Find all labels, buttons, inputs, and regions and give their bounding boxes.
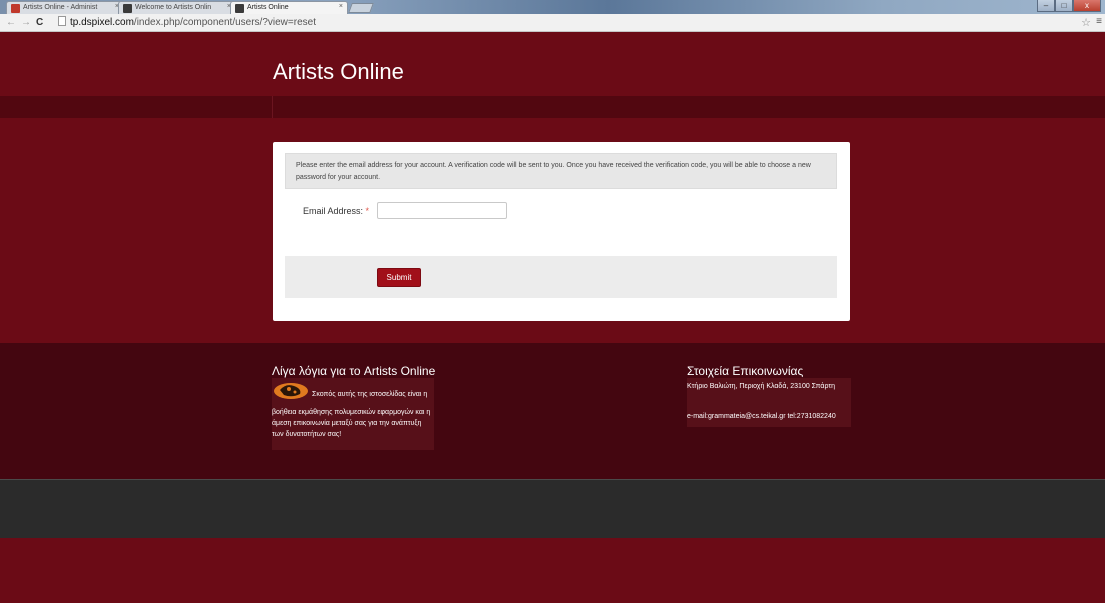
reset-notice: Please enter the email address for your … — [285, 153, 837, 189]
back-button[interactable]: ← — [6, 17, 16, 28]
new-tab-button[interactable] — [348, 3, 374, 13]
site-favicon-icon — [235, 4, 244, 13]
site-header — [0, 46, 1105, 96]
tab-label: Welcome to Artists Onlin — [135, 4, 212, 11]
site-favicon-icon — [123, 4, 132, 13]
url-host: tp.dspixel.com — [70, 17, 134, 28]
browser-menu-icon[interactable]: ≡ — [1096, 16, 1102, 27]
footer-bottom — [0, 538, 1105, 603]
browser-tab-active[interactable]: Artists Online × — [230, 1, 348, 14]
reset-form-panel: Please enter the email address for your … — [273, 142, 850, 321]
email-label: Email Address: * — [303, 206, 369, 216]
browser-tab-welcome[interactable]: Welcome to Artists Onlin × — [118, 1, 236, 14]
browser-tab-admin[interactable]: Artists Online - Administ × — [6, 1, 124, 14]
footer-dark-band — [0, 479, 1105, 538]
site-title[interactable]: Artists Online — [273, 59, 404, 85]
form-actions — [285, 256, 837, 298]
close-tab-icon[interactable]: × — [339, 3, 343, 10]
url-field[interactable]: tp.dspixel.com/index.php/component/users… — [58, 16, 1078, 30]
bookmark-star-icon[interactable]: ☆ — [1081, 16, 1091, 29]
browser-tab-bar: Artists Online - Administ × Welcome to A… — [0, 0, 1105, 14]
artists-logo-icon — [274, 383, 308, 399]
contact-box: Κτήριο Βαλιώτη, Περιοχή Κλαδά, 23100 Σπά… — [687, 378, 851, 427]
required-marker: * — [365, 206, 370, 216]
nav-divider — [272, 96, 273, 118]
about-first-line: Σκοπός αυτής της ιστοσελίδας είναι η — [312, 391, 428, 398]
about-title: Λίγα λόγια για το Artists Online — [272, 364, 436, 378]
address-bar: ← → C tp.dspixel.com/index.php/component… — [0, 14, 1105, 32]
window-controls: – □ x — [1037, 0, 1101, 13]
about-box: Σκοπός αυτής της ιστοσελίδας είναι η βοή… — [272, 378, 434, 450]
contact-title: Στοιχεία Επικοινωνίας — [687, 364, 804, 378]
nav-strip — [0, 96, 1105, 118]
footer-top — [0, 343, 1105, 479]
tab-label: Artists Online - Administ — [23, 4, 98, 11]
joomla-favicon-icon — [11, 4, 20, 13]
submit-button[interactable]: Submit — [377, 268, 421, 287]
reload-button[interactable]: C — [36, 17, 43, 28]
email-input[interactable] — [377, 202, 507, 219]
minimize-button[interactable]: – — [1037, 0, 1055, 12]
contact-address: Κτήριο Βαλιώτη, Περιοχή Κλαδά, 23100 Σπά… — [687, 383, 835, 390]
url-path: /index.php/component/users/?view=reset — [133, 17, 316, 28]
tab-label: Artists Online — [247, 4, 289, 11]
maximize-button[interactable]: □ — [1055, 0, 1073, 12]
close-window-button[interactable]: x — [1073, 0, 1101, 12]
contact-email-phone[interactable]: e-mail:grammateia@cs.teikal.gr tel:27310… — [687, 413, 836, 420]
about-body: βοήθεια εκμάθησης πολυμεσικών εφαρμογών … — [272, 409, 431, 438]
forward-button[interactable]: → — [21, 17, 31, 28]
email-label-text: Email Address: — [303, 206, 364, 216]
page-icon — [58, 16, 66, 26]
